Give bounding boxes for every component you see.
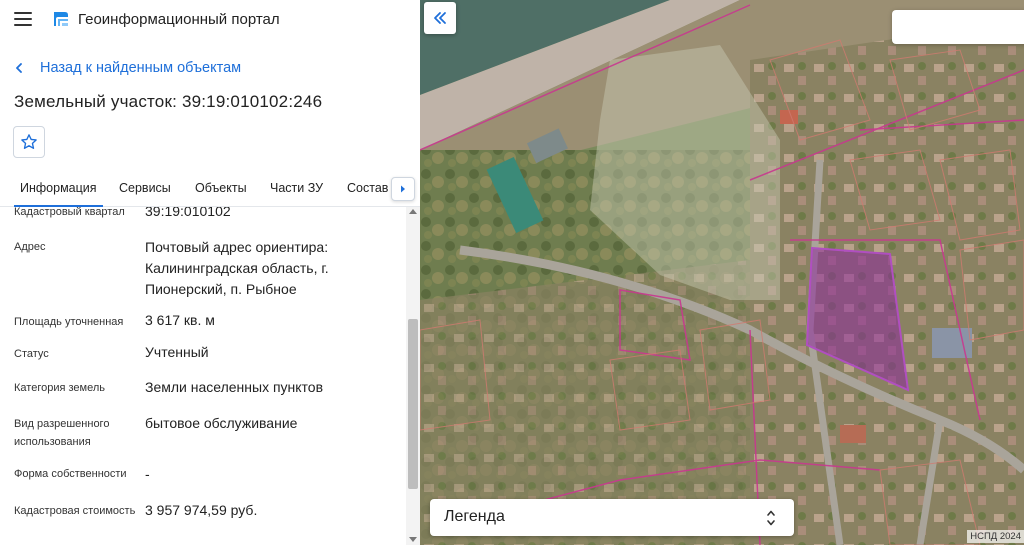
tab-parcel-parts[interactable]: Части ЗУ <box>270 181 323 195</box>
scroll-up-arrow-icon[interactable] <box>409 209 417 214</box>
map-attribution: НСПД 2024 <box>967 530 1024 543</box>
map-view[interactable]: Легенда НСПД 2024 <box>420 0 1024 545</box>
info-value: 3 617 кв. м <box>145 312 215 328</box>
info-value: бытовое обслуживание <box>145 415 298 431</box>
info-label: Статус <box>14 348 49 360</box>
tab-bar: Информация Сервисы Объекты Части ЗУ Сост… <box>0 172 420 207</box>
info-label: Кадастровая стоимость <box>14 505 136 517</box>
tab-information[interactable]: Информация <box>14 181 103 207</box>
app-title: Геоинформационный портал <box>78 11 280 28</box>
back-link-label: Назад к найденным объектам <box>40 60 242 76</box>
page-title: Земельный участок: 39:19:010102:246 <box>14 92 323 111</box>
info-value: 3 957 974,59 руб. <box>145 502 258 518</box>
legend-dropdown[interactable]: Легенда <box>430 499 794 536</box>
aerial-imagery <box>420 0 1024 545</box>
info-value: Почтовый адрес ориентира: Калининградска… <box>145 239 329 297</box>
info-value: 39:19:010102 <box>145 207 231 219</box>
info-value: - <box>145 466 150 482</box>
info-label: Категория земель <box>14 382 105 394</box>
info-value: Учтенный <box>145 344 209 360</box>
header: Геоинформационный портал <box>0 0 420 40</box>
tab-services[interactable]: Сервисы <box>119 181 171 195</box>
chevron-right-icon <box>401 185 405 193</box>
back-to-results-link[interactable]: Назад к найденным объектам <box>14 58 241 78</box>
info-label: Адрес <box>14 241 46 253</box>
left-panel: Геоинформационный портал Назад к найденн… <box>0 0 420 545</box>
info-scrollbar[interactable] <box>406 207 420 545</box>
expand-collapse-icon <box>767 510 775 526</box>
info-list: Кадастровый квартал 39:19:010102 Адрес П… <box>0 207 405 545</box>
favorite-button[interactable] <box>13 126 45 158</box>
map-search-input[interactable] <box>892 10 1024 44</box>
info-label: Вид разрешенного использования <box>14 418 110 448</box>
portal-logo-icon <box>54 12 68 26</box>
tab-composition[interactable]: Состав <box>347 181 388 195</box>
info-label: Форма собственности <box>14 468 127 480</box>
scrollbar-thumb[interactable] <box>408 319 418 489</box>
chevron-left-icon <box>16 63 22 73</box>
menu-icon[interactable] <box>14 12 32 26</box>
info-label: Кадастровый квартал <box>14 207 125 218</box>
collapse-panel-button[interactable] <box>424 2 456 34</box>
double-chevron-left-icon <box>434 12 446 24</box>
star-icon <box>21 134 37 149</box>
tab-objects[interactable]: Объекты <box>195 181 247 195</box>
info-label: Площадь уточненная <box>14 316 124 328</box>
scroll-down-arrow-icon[interactable] <box>409 537 417 542</box>
tabs-scroll-right-button[interactable] <box>391 177 415 201</box>
legend-label: Легенда <box>444 508 505 525</box>
info-value: Земли населенных пунктов <box>145 379 324 395</box>
